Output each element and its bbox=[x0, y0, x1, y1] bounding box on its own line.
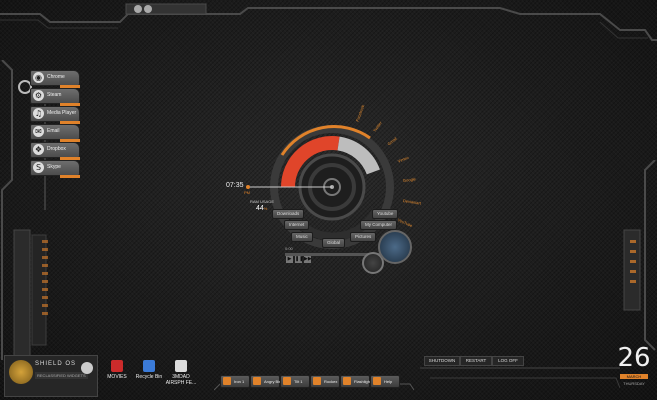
taskbar-app-icon bbox=[343, 377, 351, 385]
date-month: MARCH bbox=[620, 374, 648, 379]
taskbar-app-icon bbox=[253, 377, 261, 385]
taskbar-item-label: Flashlight bbox=[354, 379, 372, 384]
launcher-item-label: Dropbox bbox=[47, 146, 66, 152]
launcher-item-steam[interactable]: ⚙ Steam bbox=[30, 88, 80, 106]
launcher-item-label: Chrome bbox=[47, 74, 65, 80]
taskbar-item-label: Rockex bbox=[324, 379, 338, 384]
clock-time: 07:35 bbox=[226, 182, 244, 189]
desktop-icon-label: 3MDAD AIRSPH FE... bbox=[165, 374, 197, 386]
launcher-item-dropbox[interactable]: ❖ Dropbox bbox=[30, 142, 80, 160]
quick-link-music[interactable]: Music bbox=[291, 232, 313, 242]
quick-link-my-computer[interactable]: My Computer bbox=[360, 220, 398, 230]
media-next-button[interactable]: ▶▶ bbox=[304, 256, 312, 263]
shield-badge-icon bbox=[81, 362, 93, 374]
launcher-item-label: Steam bbox=[47, 92, 62, 98]
quick-link-youtube[interactable]: Youtube bbox=[372, 209, 399, 219]
ram-unit: % bbox=[263, 206, 268, 211]
right-panel-arrows bbox=[630, 240, 636, 290]
desktop-icon-label: MOVIES bbox=[107, 374, 127, 380]
taskbar-item-label: Help bbox=[384, 379, 393, 384]
chrome-icon: ◉ bbox=[33, 72, 44, 83]
launcher-item-media-player[interactable]: ♫ Media Player bbox=[30, 106, 80, 124]
desktop-icon[interactable]: Recycle Bin bbox=[132, 360, 166, 380]
quick-link-internet[interactable]: Internet bbox=[284, 220, 310, 230]
top-frame-lines bbox=[0, 3, 657, 41]
taskbar-item[interactable]: Flashlight bbox=[340, 375, 372, 388]
taskbar-item[interactable]: Angry Birds bbox=[250, 375, 285, 388]
skype-icon: S bbox=[33, 162, 44, 173]
taskbar-item[interactable]: Help bbox=[370, 375, 400, 388]
media-pause-button[interactable]: ❚❚ bbox=[295, 256, 303, 263]
launcher-item-chrome[interactable]: ◉ Chrome bbox=[30, 70, 80, 88]
quick-link-global[interactable]: Global bbox=[322, 238, 346, 248]
date-day: 26 bbox=[617, 343, 651, 373]
shield-title: SHIELD OS bbox=[35, 361, 77, 367]
ram-value: 44 bbox=[256, 205, 264, 212]
top-right-icon[interactable] bbox=[144, 5, 152, 13]
shield-logo-icon bbox=[9, 360, 33, 384]
desktop-icon-label: Recycle Bin bbox=[135, 374, 163, 380]
launcher-item-label: Media Player bbox=[47, 110, 77, 116]
media-play-button[interactable]: ▶ bbox=[286, 256, 293, 263]
quick-link-downloads[interactable]: Downloads bbox=[272, 209, 305, 219]
desktop-icon-image bbox=[143, 360, 155, 372]
desktop-icon-image bbox=[111, 360, 123, 372]
date-widget: 26 MARCH THURSDAY bbox=[614, 344, 654, 392]
right-frame bbox=[623, 160, 656, 351]
clock-ampm: PM bbox=[244, 190, 250, 195]
shield-widget: SHIELD OS RECLASSIFIED WIDGETS bbox=[4, 355, 98, 397]
launcher-item-skype[interactable]: S Skype bbox=[30, 160, 80, 178]
taskbar-app-icon bbox=[283, 377, 291, 385]
quick-link-pictures[interactable]: Pictures bbox=[350, 232, 377, 242]
shield-subtitle: RECLASSIFIED WIDGETS bbox=[35, 372, 88, 379]
taskbar-app-icon bbox=[373, 377, 381, 385]
desktop-icon[interactable]: MOVIES bbox=[100, 360, 134, 380]
top-left-icon[interactable] bbox=[134, 5, 142, 13]
launcher-item-email[interactable]: ✉ Email bbox=[30, 124, 80, 142]
taskbar-item[interactable]: Iron 1 bbox=[220, 375, 250, 388]
taskbar-app-icon bbox=[223, 377, 231, 385]
email-icon: ✉ bbox=[33, 126, 44, 137]
taskbar-item[interactable]: Tilt 1 bbox=[280, 375, 310, 388]
steam-icon: ⚙ bbox=[33, 90, 44, 101]
music-icon: ♫ bbox=[33, 108, 44, 119]
launcher-item-label: Email bbox=[47, 128, 60, 134]
world-map-icon[interactable] bbox=[378, 230, 412, 264]
launcher-item-label: Skype bbox=[47, 164, 61, 170]
taskbar-item-label: Tilt 1 bbox=[294, 379, 303, 384]
date-weekday: THURSDAY bbox=[623, 381, 645, 386]
desktop-icon-image bbox=[175, 360, 187, 372]
launcher-item-accent bbox=[60, 175, 80, 178]
taskbar-item-label: Iron 1 bbox=[234, 379, 245, 384]
taskbar-item[interactable]: Rockex bbox=[310, 375, 340, 388]
media-time: 0:00 bbox=[285, 246, 293, 251]
taskbar-app-icon bbox=[313, 377, 321, 385]
ram-value-wrap: 44% bbox=[256, 205, 267, 212]
vertical-bars bbox=[42, 240, 48, 320]
desktop-icon[interactable]: 3MDAD AIRSPH FE... bbox=[164, 360, 198, 386]
dropbox-icon: ❖ bbox=[33, 144, 44, 155]
ram-label: RAM USAGE bbox=[250, 199, 275, 204]
system-frame bbox=[420, 367, 620, 389]
